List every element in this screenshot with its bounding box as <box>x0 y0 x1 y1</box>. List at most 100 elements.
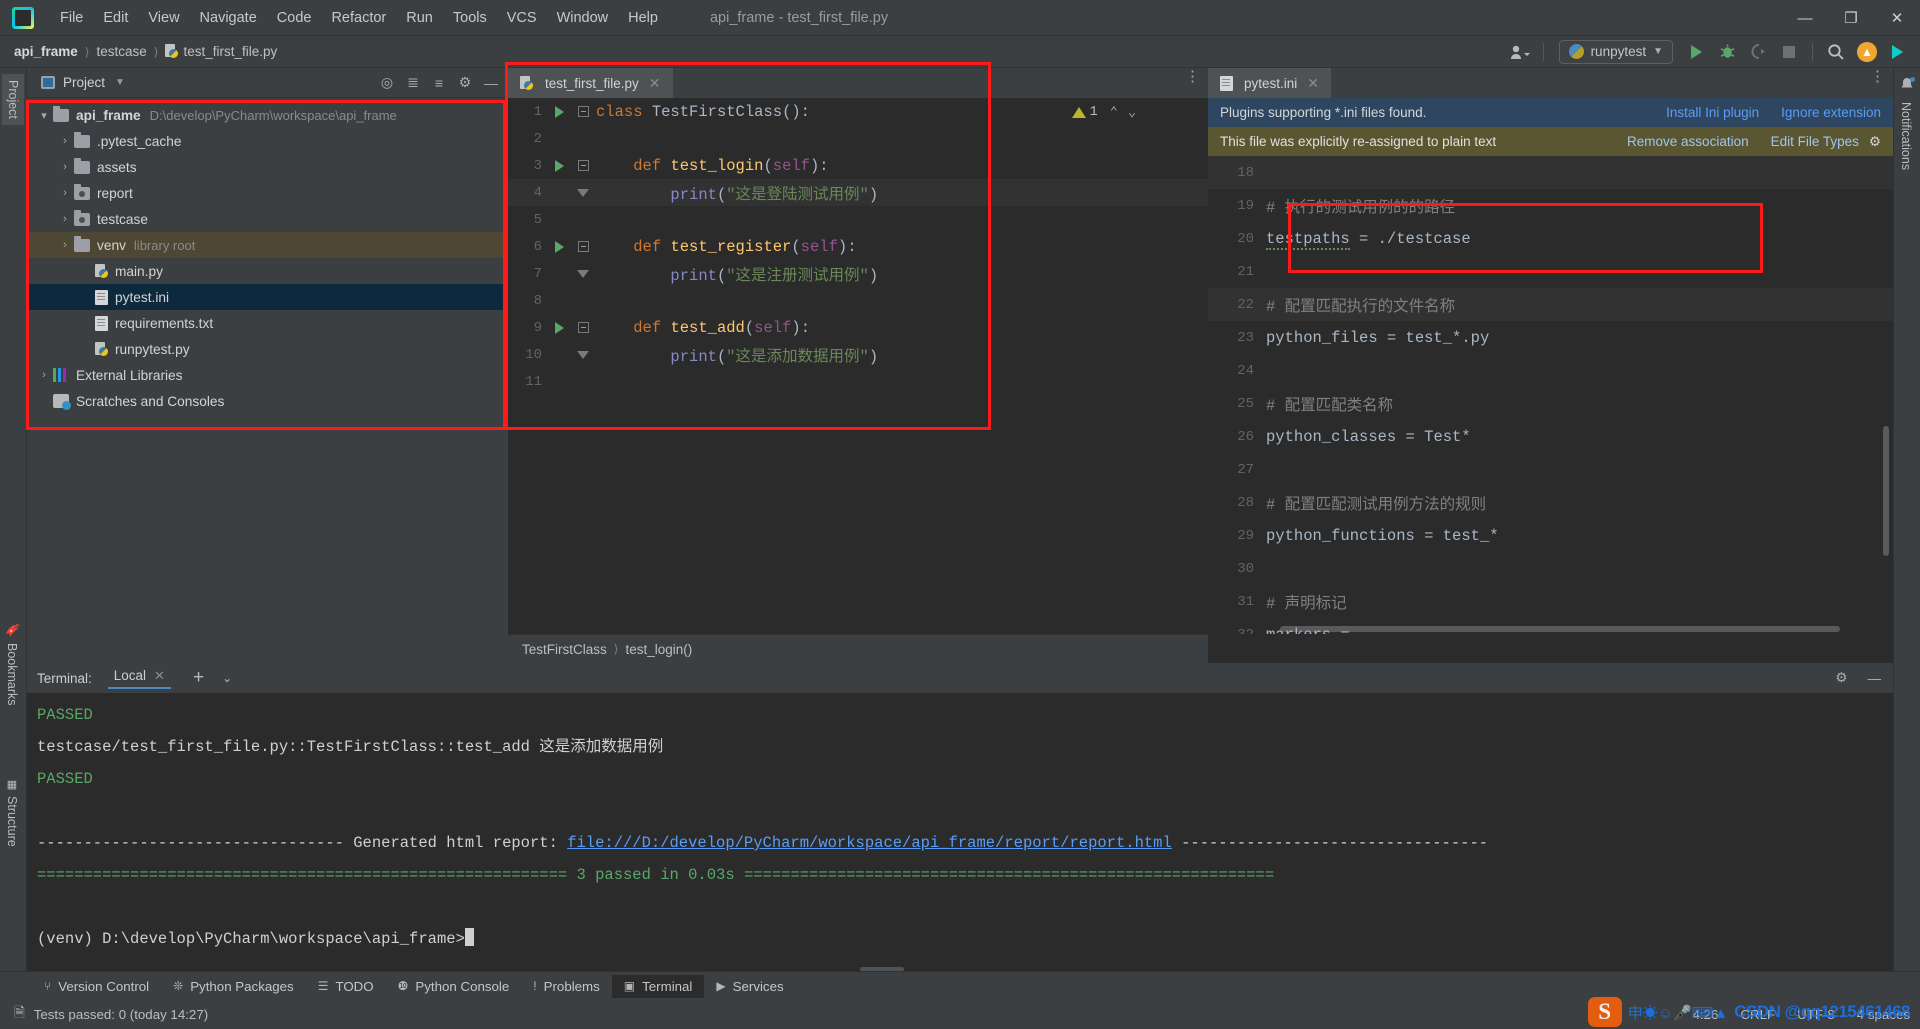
close-icon[interactable]: ✕ <box>1307 75 1319 92</box>
tree-expand-arrow-icon[interactable]: › <box>56 239 74 251</box>
menu-edit[interactable]: Edit <box>93 7 138 29</box>
file-encoding[interactable]: UTF-8 <box>1797 1007 1835 1022</box>
gear-icon[interactable]: ⚙ <box>1869 134 1881 150</box>
code-area[interactable]: 1 ⌃ ⌄ 1 class TestFirstClass(): 2 3 def tes… <box>508 98 1208 634</box>
expand-all-icon[interactable]: ≣ <box>402 72 424 94</box>
new-terminal-session-icon[interactable]: + <box>193 667 204 689</box>
editor-options-kebab-icon[interactable]: ⋮ <box>1185 69 1200 84</box>
collapse-all-icon[interactable]: ≡ <box>428 72 450 94</box>
tab-pytest-ini[interactable]: pytest.ini ✕ <box>1208 68 1332 98</box>
tree-item-testcase[interactable]: › testcase <box>27 206 508 232</box>
tool-window-services[interactable]: ▶ Services <box>704 975 795 998</box>
run-test-gutter-icon[interactable] <box>548 105 570 118</box>
tree-expand-arrow-icon[interactable]: ▾ <box>35 109 53 122</box>
minimize-button[interactable]: — <box>1782 0 1828 36</box>
project-file-tree[interactable]: ▾ api_frame D:\develop\PyCharm\workspace\a… <box>27 98 508 414</box>
maximize-button[interactable]: ❐ <box>1828 0 1874 36</box>
menu-navigate[interactable]: Navigate <box>190 7 267 29</box>
breadcrumb-folder[interactable]: testcase <box>96 44 146 59</box>
caret-position[interactable]: 4:26 <box>1692 1007 1718 1022</box>
sidebar-item-bookmarks[interactable]: 🔖 Bookmarks <box>5 623 20 705</box>
tree-item-pytest-ini[interactable]: pytest.ini <box>27 284 508 310</box>
notifications-bell-icon[interactable] <box>1898 76 1916 99</box>
menu-help[interactable]: Help <box>618 7 668 29</box>
hide-panel-icon[interactable]: — <box>480 72 502 94</box>
breadcrumb-project[interactable]: api_frame <box>14 44 78 59</box>
close-icon[interactable]: ✕ <box>649 75 661 92</box>
ini-options-kebab-icon[interactable]: ⋮ <box>1870 69 1885 84</box>
gear-icon[interactable]: ⚙ <box>454 72 476 94</box>
event-log-icon[interactable]: 🗎 <box>14 1004 25 1026</box>
tree-expand-arrow-icon[interactable]: › <box>56 161 74 173</box>
tool-window-python-packages[interactable]: ❊ Python Packages <box>161 975 306 998</box>
code-fold-icon[interactable] <box>570 188 596 197</box>
run-icon[interactable] <box>1682 39 1710 65</box>
tree-item-main-py[interactable]: main.py <box>27 258 508 284</box>
gear-icon[interactable]: ⚙ <box>1835 670 1847 686</box>
tree-item--pytest-cache[interactable]: › .pytest_cache <box>27 128 508 154</box>
menu-run[interactable]: Run <box>396 7 443 29</box>
tree-item-scratches-and-consoles[interactable]: Scratches and Consoles <box>27 388 508 414</box>
tree-item-assets[interactable]: › assets <box>27 154 508 180</box>
tree-item-api-frame[interactable]: ▾ api_frame D:\develop\PyCharm\workspace\a… <box>27 102 508 128</box>
tool-window-terminal[interactable]: ▣ Terminal <box>611 974 705 998</box>
tree-item-runpytest-py[interactable]: runpytest.py <box>27 336 508 362</box>
sidebar-item-structure[interactable]: ▦ Structure <box>5 778 19 847</box>
dataspell-icon[interactable] <box>1884 39 1912 65</box>
menu-file[interactable]: File <box>50 7 93 29</box>
stop-icon[interactable] <box>1775 39 1803 65</box>
select-opened-file-icon[interactable]: ◎ <box>376 72 398 94</box>
sidebar-item-notifications[interactable]: Notifications <box>1899 102 1913 170</box>
tree-expand-arrow-icon[interactable]: › <box>35 369 53 381</box>
tree-expand-arrow-icon[interactable]: › <box>56 135 74 147</box>
report-link[interactable]: file:///D:/develop/PyCharm/workspace/api… <box>567 834 1172 852</box>
line-separator[interactable]: CRLF <box>1740 1007 1775 1022</box>
tree-expand-arrow-icon[interactable]: › <box>56 187 74 199</box>
terminal-output[interactable]: PASSED testcase/test_first_file.py::TestF… <box>27 693 1893 981</box>
code-fold-icon[interactable] <box>570 160 596 171</box>
code-fold-icon[interactable] <box>570 106 596 117</box>
breadcrumb-class-name[interactable]: TestFirstClass <box>522 642 607 657</box>
tool-window-problems[interactable]: ! Problems <box>521 975 612 998</box>
code-fold-icon[interactable] <box>570 350 596 359</box>
code-fold-icon[interactable] <box>570 322 596 333</box>
close-icon[interactable]: ✕ <box>154 668 165 684</box>
update-icon[interactable]: ▲ <box>1853 39 1881 65</box>
ignore-extension-link[interactable]: Ignore extension <box>1781 105 1881 120</box>
menu-code[interactable]: Code <box>267 7 322 29</box>
breadcrumb-file[interactable]: test_first_file.py <box>165 44 277 59</box>
run-test-gutter-icon[interactable] <box>548 240 570 253</box>
menu-tools[interactable]: Tools <box>443 7 497 29</box>
search-icon[interactable] <box>1822 39 1850 65</box>
chevron-down-icon[interactable]: ▼ <box>115 77 125 88</box>
tool-window-version-control[interactable]: ⑂ Version Control <box>32 975 161 998</box>
tool-window-todo[interactable]: ☰ TODO <box>306 975 386 998</box>
user-avatar-icon[interactable] <box>1506 39 1534 65</box>
run-test-gutter-icon[interactable] <box>548 159 570 172</box>
run-test-gutter-icon[interactable] <box>548 321 570 334</box>
ini-code-area[interactable]: ✔ 7 ⌃ ⌄ 1819# 执行的测试用例的的路径20testpaths = .… <box>1208 156 1893 634</box>
indent-setting[interactable]: 4 spaces <box>1857 1007 1910 1022</box>
code-fold-icon[interactable] <box>570 269 596 278</box>
install-ini-plugin-link[interactable]: Install Ini plugin <box>1666 105 1759 120</box>
tool-window-python-console[interactable]: ❿ Python Console <box>386 975 522 998</box>
close-button[interactable]: ✕ <box>1874 0 1920 36</box>
terminal-tab-local[interactable]: Local ✕ <box>107 668 171 689</box>
menu-window[interactable]: Window <box>547 7 619 29</box>
tree-item-venv[interactable]: › venv library root <box>27 232 508 258</box>
edit-file-types-link[interactable]: Edit File Types <box>1771 134 1859 149</box>
chevron-down-icon[interactable]: ⌄ <box>222 671 232 685</box>
hide-panel-icon[interactable]: — <box>1868 671 1882 686</box>
tree-expand-arrow-icon[interactable]: › <box>56 213 74 225</box>
tree-item-requirements-txt[interactable]: requirements.txt <box>27 310 508 336</box>
remove-association-link[interactable]: Remove association <box>1627 134 1749 149</box>
tree-item-external-libraries[interactable]: › External Libraries <box>27 362 508 388</box>
menu-vcs[interactable]: VCS <box>497 7 547 29</box>
breadcrumb-method-name[interactable]: test_login() <box>625 642 692 657</box>
sidebar-item-project[interactable]: Project <box>2 74 24 125</box>
menu-refactor[interactable]: Refactor <box>321 7 396 29</box>
run-configuration-selector[interactable]: runpytest ▼ <box>1558 39 1673 64</box>
menu-view[interactable]: View <box>138 7 189 29</box>
tab-test-first-file[interactable]: test_first_file.py ✕ <box>508 68 673 98</box>
run-with-coverage-icon[interactable] <box>1744 39 1772 65</box>
